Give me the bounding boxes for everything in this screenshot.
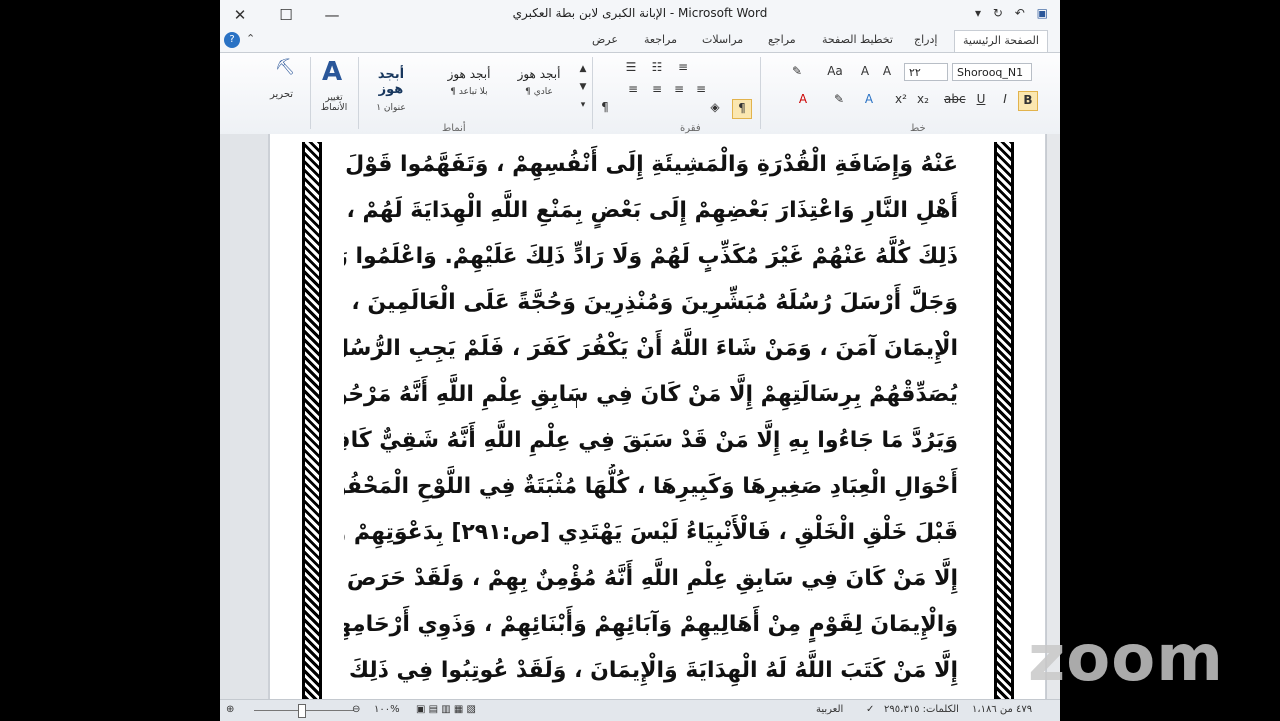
page-indicator[interactable]: ٤٧٩ من ١،١٨٦ xyxy=(972,704,1032,715)
redo-icon[interactable]: ↻ xyxy=(993,6,1003,20)
paragraph-group-label: فقرة xyxy=(680,123,701,134)
quick-access-toolbar: ▾ ↻ ↶ ▣ xyxy=(967,6,1048,20)
text-line: وَجَلَّ أَرْسَلَ رُسُلَهُ مُبَشِّرِينَ و… xyxy=(344,290,958,315)
show-formatting-icon[interactable]: ¶ xyxy=(596,99,614,117)
justify-icon[interactable]: ≡ xyxy=(692,81,710,99)
zoom-out-icon[interactable]: ⊖ xyxy=(352,704,360,715)
page-border-left xyxy=(994,142,1014,699)
minimize-button[interactable]: — xyxy=(318,4,346,26)
center-icon[interactable]: ≡ xyxy=(648,81,666,99)
find-icon[interactable]: ⛏ xyxy=(274,59,296,81)
text-line: الْإِيمَانَ آمَنَ ، وَمَنْ شَاءَ اللَّهُ… xyxy=(344,336,958,361)
font-color-icon[interactable]: A xyxy=(794,91,812,109)
change-case-icon[interactable]: Aa xyxy=(826,63,844,81)
view-buttons-icon[interactable]: ▣ ▤ ▥ ▦ ▧ xyxy=(416,704,476,715)
rtl-direction-icon[interactable]: ¶ xyxy=(732,99,752,119)
text-line: عَنْهُ وَإِضَافَةِ الْقُدْرَةِ وَالْمَشِ… xyxy=(344,152,958,177)
text-line: ذَلِكَ كُلَّهُ عَنْهُمْ غَيْرَ مُكَذِّبٍ… xyxy=(344,244,958,269)
zoom-level[interactable]: ١٠٠% xyxy=(374,704,400,715)
shading-icon[interactable]: ◈ xyxy=(706,99,724,117)
document-text[interactable]: عَنْهُ وَإِضَافَةِ الْقُدْرَةِ وَالْمَشِ… xyxy=(344,142,958,694)
text-line: أَهْلِ النَّارِ وَاعْتِذَارَ بَعْضِهِمْ … xyxy=(344,198,958,223)
numbering-icon[interactable]: ☷ xyxy=(648,59,666,77)
styles-scroll-up-icon[interactable]: ▲ xyxy=(574,61,592,79)
word-count[interactable]: الكلمات: ٢٩٥،٣١٥ xyxy=(884,704,959,715)
bullets-icon[interactable]: ☰ xyxy=(622,59,640,77)
align-right-icon[interactable]: ≡ xyxy=(624,81,642,99)
tab-page-layout[interactable]: تخطيط الصفحة xyxy=(822,33,893,46)
shrink-font-icon[interactable]: A xyxy=(856,63,874,81)
italic-icon[interactable]: I xyxy=(996,91,1014,109)
group-separator xyxy=(592,57,593,129)
style-name: ¶ بلا تباعد xyxy=(450,87,488,97)
text-line: يُصَدِّقْهُمْ بِرِسَالَتِهِمْ إِلَّا مَن… xyxy=(344,382,958,407)
font-group-label: خط xyxy=(910,123,926,134)
strikethrough-icon[interactable]: abc xyxy=(944,91,966,109)
tab-mailings[interactable]: مراسلات xyxy=(702,33,743,46)
status-bar: ⊕ ⊖ ١٠٠% ▣ ▤ ▥ ▦ ▧ العربية ✓ الكلمات: ٢٩… xyxy=(220,699,1060,721)
help-icon[interactable]: ? xyxy=(224,32,240,48)
group-separator xyxy=(760,57,761,129)
vertical-scrollbar[interactable] xyxy=(1046,134,1060,699)
highlight-icon[interactable]: ✎ xyxy=(830,91,848,109)
word-logo-icon: ▣ xyxy=(1036,6,1048,20)
text-line: إِلَّا مَنْ كَانَ فِي سَابِقِ عِلْمِ الل… xyxy=(344,566,958,591)
minimize-ribbon-icon[interactable]: ⌃ xyxy=(246,32,255,45)
subscript-icon[interactable]: x₂ xyxy=(914,91,932,109)
language-indicator[interactable]: العربية xyxy=(816,704,843,715)
close-button[interactable]: ✕ xyxy=(226,4,254,26)
underline-icon[interactable]: U xyxy=(972,91,990,109)
window-title: الإبانة الكبرى لابن بطة العكبري - Micros… xyxy=(512,6,768,20)
text-line: قَبْلَ خَلْقِ الْخَلْقِ ، فَالْأَنْبِيَا… xyxy=(344,520,958,545)
style-normal[interactable]: أبجد هوز ¶ عادي xyxy=(516,63,562,103)
group-separator xyxy=(358,57,359,129)
tab-view[interactable]: عرض xyxy=(592,33,618,46)
text-cursor xyxy=(576,394,577,408)
styles-more-icon[interactable]: ▾ xyxy=(574,97,592,115)
zoom-in-icon[interactable]: ⊕ xyxy=(226,704,234,715)
font-name-field[interactable]: Shorooq_N1 xyxy=(952,63,1032,81)
group-separator xyxy=(310,57,311,129)
style-name: عنوان ١ xyxy=(376,103,406,113)
page-border-right xyxy=(302,142,322,699)
styles-scroll-down-icon[interactable]: ▼ xyxy=(574,79,592,97)
text-line: وَالْإِيمَانَ لِقَوْمٍ مِنْ أَهَالِيهِمْ… xyxy=(344,612,958,637)
ribbon-tabs: ? ⌃ الصفحة الرئيسية إدراج تخطيط الصفحة م… xyxy=(220,30,1060,52)
style-heading1[interactable]: أبجد هوز عنوان ١ xyxy=(368,63,414,113)
style-sample: أبجد هوز xyxy=(447,67,491,81)
style-no-spacing[interactable]: أبجد هوز ¶ بلا تباعد xyxy=(446,63,492,103)
tab-insert[interactable]: إدراج xyxy=(914,33,937,46)
tab-review[interactable]: مراجعة xyxy=(644,33,677,46)
style-sample: أبجد هوز xyxy=(517,67,561,81)
change-styles-icon[interactable]: A xyxy=(314,57,350,87)
tab-home[interactable]: الصفحة الرئيسية xyxy=(954,30,1048,52)
proofing-icon[interactable]: ✓ xyxy=(866,704,874,715)
zoom-logo: zoom xyxy=(1028,622,1224,696)
style-sample: أبجد هوز xyxy=(377,67,405,97)
undo-icon[interactable]: ↶ xyxy=(1015,6,1025,20)
text-line: أَحْوَالِ الْعِبَادِ صَغِيرِهَا وَكَبِير… xyxy=(344,474,958,499)
clear-formatting-icon[interactable]: ✎ xyxy=(788,63,806,81)
left-margin xyxy=(220,134,268,699)
align-left-icon[interactable]: ≡ xyxy=(670,81,688,99)
style-name: ¶ عادي xyxy=(525,87,553,97)
customize-qat-icon[interactable]: ▾ xyxy=(975,6,981,20)
text-effects-icon[interactable]: A xyxy=(860,91,878,109)
bold-icon[interactable]: B xyxy=(1018,91,1038,111)
font-size-field[interactable]: ٢٢ xyxy=(904,63,948,81)
grow-font-icon[interactable]: A xyxy=(878,63,896,81)
text-line: إِلَّا مَنْ كَتَبَ اللَّهُ لَهُ الْهِدَا… xyxy=(344,658,958,683)
zoom-slider-thumb[interactable] xyxy=(298,704,306,718)
ribbon: ⛏ تحرير A تغيير الأنماط أبجد هوز عنوان ١… xyxy=(220,52,1060,136)
multilevel-list-icon[interactable]: ≡ xyxy=(674,59,692,77)
title-bar: ✕ ☐ — الإبانة الكبرى لابن بطة العكبري - … xyxy=(220,0,1060,31)
maximize-button[interactable]: ☐ xyxy=(272,4,300,26)
editing-button[interactable]: تحرير xyxy=(270,89,293,100)
superscript-icon[interactable]: x² xyxy=(892,91,910,109)
change-styles-button[interactable]: تغيير الأنماط xyxy=(314,93,354,113)
tab-references[interactable]: مراجع xyxy=(768,33,796,46)
text-line: وَيَرُدَّ مَا جَاءُوا بِهِ إِلَّا مَنْ ق… xyxy=(344,428,958,453)
styles-group-label: أنماط xyxy=(442,123,466,134)
